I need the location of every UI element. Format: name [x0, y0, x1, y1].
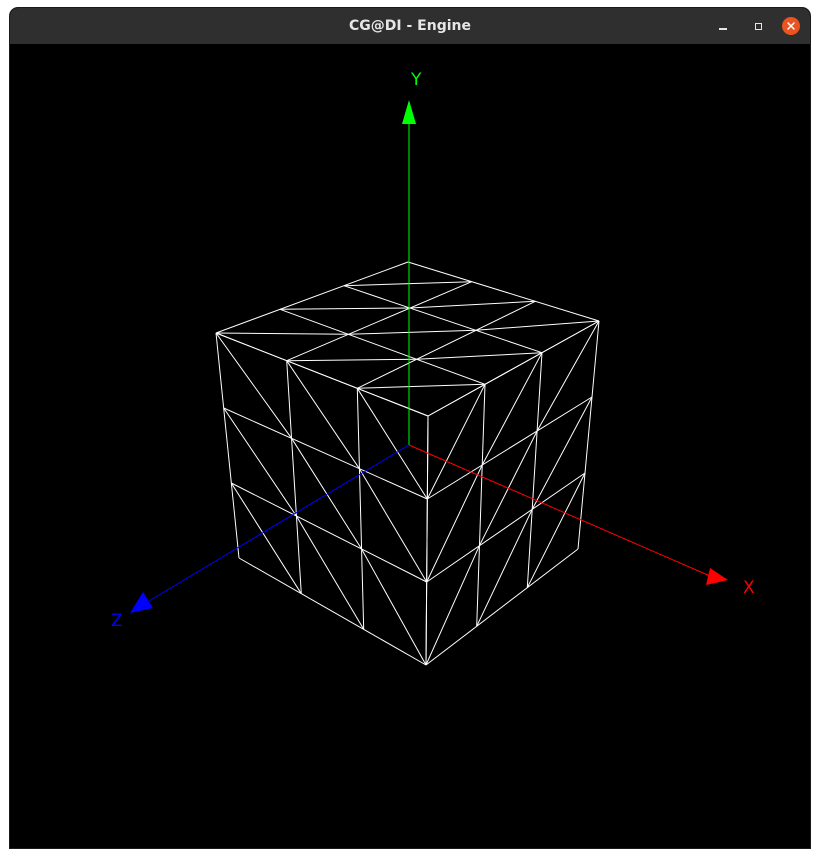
- mesh-edge: [357, 300, 536, 389]
- z-axis-label: Z: [111, 611, 123, 631]
- mesh-edge: [361, 548, 427, 666]
- mesh-edge: [230, 482, 302, 594]
- mesh-edge: [356, 388, 365, 630]
- y-axis-arrow-icon: [402, 100, 416, 124]
- x-axis-line: [408, 444, 711, 577]
- x-axis-label: X: [743, 578, 755, 598]
- axes: X Y Z: [111, 70, 755, 631]
- minimize-button[interactable]: [714, 17, 732, 35]
- y-axis-label: Y: [410, 70, 422, 90]
- mesh-edge: [286, 360, 302, 594]
- mesh-edge: [427, 320, 600, 417]
- mesh-edge: [238, 557, 427, 666]
- mesh-edge: [286, 281, 472, 362]
- mesh-edge: [215, 332, 240, 559]
- mesh-edge: [286, 358, 417, 362]
- minimize-icon: [719, 28, 727, 30]
- z-axis-arrow-icon: [130, 592, 153, 613]
- cube-wireframe: [215, 261, 600, 666]
- close-button[interactable]: [782, 17, 800, 35]
- mesh-edge: [407, 261, 600, 322]
- mesh-edge: [348, 329, 477, 335]
- mesh-edge: [279, 307, 411, 310]
- mesh-edge: [476, 509, 533, 627]
- mesh-edge: [291, 438, 363, 550]
- mesh-edge: [215, 332, 349, 335]
- mesh-edge: [526, 472, 586, 588]
- mesh-edge: [476, 384, 486, 627]
- x-axis-arrow-icon: [706, 568, 728, 585]
- scene-canvas: X Y Z: [111, 70, 755, 666]
- mesh-edge: [416, 352, 543, 360]
- mesh-edge: [475, 320, 600, 331]
- mesh-edge: [526, 352, 543, 588]
- mesh-edge: [577, 320, 600, 550]
- mesh-edge: [343, 281, 472, 287]
- app-window: CG@DI - Engine X Y Z: [10, 8, 810, 848]
- window-title: CG@DI - Engine: [349, 18, 471, 34]
- mesh-edge: [409, 300, 536, 309]
- title-bar[interactable]: CG@DI - Engine: [10, 8, 810, 44]
- maximize-icon: [754, 22, 762, 30]
- close-icon: [787, 22, 795, 30]
- mesh-edge: [215, 332, 293, 439]
- render-viewport[interactable]: X Y Z: [10, 44, 810, 848]
- mesh-edge: [536, 320, 600, 432]
- mesh-edge: [427, 396, 593, 500]
- mesh-edge: [343, 285, 543, 354]
- maximize-button[interactable]: [749, 17, 767, 35]
- mesh-edge: [357, 383, 486, 389]
- mesh-edge: [279, 308, 486, 385]
- mesh-edge: [426, 384, 486, 500]
- z-axis-line: [148, 444, 410, 602]
